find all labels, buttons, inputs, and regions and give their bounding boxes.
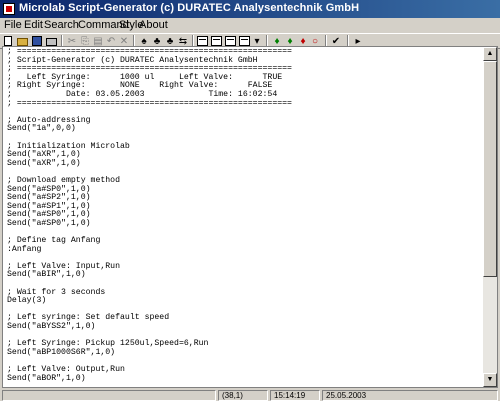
- tile-window-icon[interactable]: [225, 36, 236, 46]
- script-line[interactable]: Send("aBIR",1,0): [7, 271, 477, 280]
- status-panel-message: [2, 390, 216, 401]
- script-line[interactable]: Send("aBYSS2",1,0): [7, 322, 477, 332]
- script-line[interactable]: Send("aBP1000S6R",1,0): [7, 348, 477, 358]
- script-text[interactable]: ; ======================================…: [7, 47, 477, 384]
- script-line[interactable]: ; Wait for 3 seconds: [7, 288, 477, 298]
- scroll-down-button[interactable]: ▼: [483, 373, 497, 387]
- script-line[interactable]: ; ======================================…: [7, 99, 477, 109]
- menu-bar: File Edit Search Command Style About: [0, 18, 500, 33]
- open-folder-icon[interactable]: [17, 38, 28, 46]
- script-line[interactable]: ; Define tag Anfang: [7, 236, 477, 246]
- status-date: 25.05.2003: [322, 390, 498, 401]
- app-icon[interactable]: [3, 3, 15, 15]
- status-bar: (38,1) 15:14:19 25.05.2003: [0, 389, 500, 401]
- menu-file[interactable]: File: [4, 19, 22, 31]
- script-line[interactable]: Delay(3): [7, 297, 477, 306]
- scroll-thumb[interactable]: [483, 61, 497, 277]
- new-file-icon[interactable]: [4, 36, 12, 46]
- app-window: Microlab Script-Generator (c) DURATEC An…: [0, 0, 500, 401]
- menu-search[interactable]: Search: [44, 19, 79, 31]
- print-icon[interactable]: [46, 38, 57, 46]
- vertical-scrollbar[interactable]: ▲ ▼: [483, 47, 497, 387]
- scroll-up-button[interactable]: ▲: [483, 47, 497, 61]
- status-time: 15:14:19: [270, 390, 320, 401]
- split-window-icon[interactable]: [211, 36, 222, 46]
- menu-edit[interactable]: Edit: [24, 19, 43, 31]
- script-line[interactable]: :Anfang: [7, 245, 477, 255]
- script-line[interactable]: Send("aBOR",1,0): [7, 374, 477, 384]
- window-icon[interactable]: [197, 36, 208, 46]
- title-bar[interactable]: Microlab Script-Generator (c) DURATEC An…: [0, 0, 500, 18]
- window-title: Microlab Script-Generator (c) DURATEC An…: [19, 2, 360, 14]
- save-icon[interactable]: [32, 36, 42, 46]
- script-editor[interactable]: ; ======================================…: [2, 46, 498, 388]
- script-line[interactable]: Send("aXR",1,0): [7, 159, 477, 169]
- script-line[interactable]: ; Auto-addressing: [7, 116, 477, 126]
- cascade-icon[interactable]: [239, 36, 250, 46]
- script-line[interactable]: Send("1a",0,0): [7, 125, 477, 134]
- menu-about[interactable]: About: [139, 19, 168, 31]
- script-line[interactable]: Send("a#SP0",1,0): [7, 219, 477, 229]
- cursor-position: (38,1): [218, 390, 268, 401]
